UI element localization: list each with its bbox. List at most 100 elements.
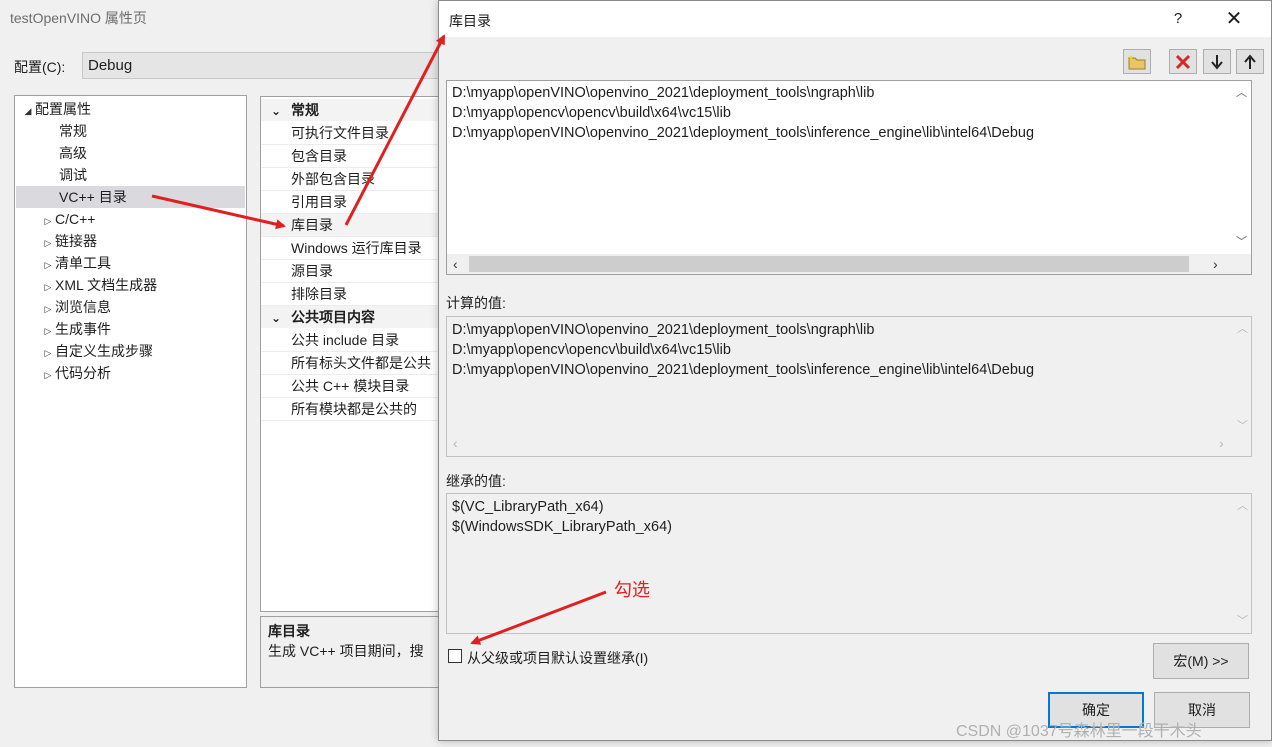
tree-item-vc-directories[interactable]: VC++ 目录 bbox=[16, 186, 245, 208]
tree-item-root[interactable]: ◢ 配置属性 bbox=[21, 98, 91, 120]
path-line: D:\myapp\openVINO\openvino_2021\deployme… bbox=[452, 362, 1035, 378]
scroll-right-icon[interactable]: › bbox=[1213, 256, 1218, 272]
chevron-down-icon: ⌄ bbox=[270, 311, 282, 325]
property-tree: ◢ 配置属性 常规 高级 调试 VC++ 目录 ▷ C/C++ ▷ 链接器 ▷ 清单工具… bbox=[14, 95, 247, 688]
description-text: 生成 VC++ 项目期间，搜 bbox=[268, 643, 424, 659]
prop-label: 引用目录 bbox=[291, 194, 347, 210]
tree-item-code-analysis[interactable]: ▷ 代码分析 bbox=[41, 362, 111, 384]
collapsed-arrow-icon: ▷ bbox=[44, 216, 52, 226]
help-button[interactable]: ? bbox=[1165, 7, 1191, 31]
description-title: 库目录 bbox=[268, 623, 310, 639]
prop-row[interactable]: 引用目录 bbox=[261, 191, 439, 214]
prop-label: 所有标头文件都是公共 bbox=[291, 355, 431, 371]
close-button[interactable]: ✕ bbox=[1221, 7, 1247, 31]
path-line: $(VC_LibraryPath_x64) bbox=[452, 499, 604, 515]
arrow-up-icon bbox=[1244, 53, 1256, 69]
prop-label: 排除目录 bbox=[291, 286, 347, 302]
path-line[interactable]: D:\myapp\opencv\opencv\build\x64\vc15\li… bbox=[452, 103, 731, 123]
prop-row[interactable]: 可执行文件目录 bbox=[261, 122, 439, 145]
description-panel: 库目录 生成 VC++ 项目期间，搜 bbox=[260, 616, 440, 688]
tree-item-label: 配置属性 bbox=[35, 101, 91, 117]
chevron-down-icon: ⌄ bbox=[270, 104, 282, 118]
path-line[interactable]: D:\myapp\openVINO\openvino_2021\deployme… bbox=[452, 123, 1034, 143]
scroll-left-icon[interactable]: ‹ bbox=[453, 256, 458, 272]
path-line[interactable]: D:\myapp\openVINO\openvino_2021\deployme… bbox=[452, 83, 874, 103]
tree-item-build-events[interactable]: ▷ 生成事件 bbox=[41, 318, 111, 340]
tree-item-manifest-tool[interactable]: ▷ 清单工具 bbox=[41, 252, 111, 274]
prop-label: 所有模块都是公共的 bbox=[291, 401, 417, 417]
dialog-titlebar: 库目录 ? ✕ bbox=[439, 1, 1271, 37]
vertical-scrollbar[interactable]: ︿ ﹀ bbox=[1231, 81, 1251, 255]
tree-item-label: 代码分析 bbox=[55, 365, 111, 381]
computed-values-label: 计算的值: bbox=[446, 295, 506, 311]
prop-row[interactable]: 所有模块都是公共的 bbox=[261, 398, 439, 421]
tree-item-xml-doc[interactable]: ▷ XML 文档生成器 bbox=[41, 274, 158, 296]
category-label: 常规 bbox=[291, 102, 319, 118]
expanded-arrow-icon: ◢ bbox=[24, 106, 32, 116]
category-public-content[interactable]: ⌄ 公共项目内容 bbox=[261, 306, 439, 328]
prop-label: 可执行文件目录 bbox=[291, 125, 389, 141]
move-up-button[interactable] bbox=[1236, 49, 1264, 74]
scroll-up-icon[interactable]: ︿ bbox=[1236, 84, 1247, 100]
scroll-right-icon[interactable]: › bbox=[1219, 435, 1224, 451]
collapsed-arrow-icon: ▷ bbox=[44, 326, 52, 336]
scroll-up-icon[interactable]: ︿ bbox=[1237, 497, 1248, 513]
scroll-down-icon[interactable]: ﹀ bbox=[1236, 233, 1247, 249]
tree-item-label: C/C++ bbox=[55, 211, 96, 227]
inherited-values-label: 继承的值: bbox=[446, 473, 506, 489]
tree-item-linker[interactable]: ▷ 链接器 bbox=[41, 230, 97, 252]
tree-item-browse-info[interactable]: ▷ 浏览信息 bbox=[41, 296, 111, 318]
prop-row-library-dirs[interactable]: 库目录 bbox=[261, 214, 439, 237]
prop-label: 公共 C++ 模块目录 bbox=[291, 378, 410, 394]
config-select[interactable]: Debug bbox=[82, 52, 442, 79]
collapsed-arrow-icon: ▷ bbox=[44, 238, 52, 248]
scroll-left-icon[interactable]: ‹ bbox=[453, 435, 458, 451]
prop-row[interactable]: 所有标头文件都是公共 bbox=[261, 352, 439, 375]
tree-item-label: 链接器 bbox=[55, 233, 97, 249]
path-line: D:\myapp\opencv\opencv\build\x64\vc15\li… bbox=[452, 342, 731, 358]
collapsed-arrow-icon: ▷ bbox=[44, 370, 52, 380]
scroll-down-icon[interactable]: ﹀ bbox=[1237, 417, 1248, 433]
move-down-button[interactable] bbox=[1203, 49, 1231, 74]
new-folder-icon bbox=[1128, 54, 1146, 69]
scrollbar-thumb[interactable] bbox=[469, 256, 1189, 272]
path-line: D:\myapp\openVINO\openvino_2021\deployme… bbox=[452, 322, 875, 338]
scroll-down-icon[interactable]: ﹀ bbox=[1237, 612, 1248, 628]
tree-item-custom-build[interactable]: ▷ 自定义生成步骤 bbox=[41, 340, 153, 362]
collapsed-arrow-icon: ▷ bbox=[44, 304, 52, 314]
directories-edit-box[interactable]: D:\myapp\openVINO\openvino_2021\deployme… bbox=[446, 80, 1252, 275]
prop-row[interactable]: 排除目录 bbox=[261, 283, 439, 306]
annotation-label: 勾选 bbox=[614, 580, 650, 600]
horizontal-scrollbar[interactable]: ‹ › bbox=[447, 254, 1251, 274]
tree-item-general[interactable]: 常规 bbox=[59, 120, 87, 142]
dialog-title: 库目录 bbox=[449, 13, 491, 29]
prop-label: 库目录 bbox=[291, 217, 333, 233]
prop-row[interactable]: 源目录 bbox=[261, 260, 439, 283]
category-label: 公共项目内容 bbox=[291, 309, 375, 325]
path-line: $(WindowsSDK_LibraryPath_x64) bbox=[452, 519, 673, 535]
watermark: CSDN @1037号森林里一段干木头 bbox=[956, 723, 1202, 740]
prop-row[interactable]: 包含目录 bbox=[261, 145, 439, 168]
prop-row[interactable]: 公共 include 目录 bbox=[261, 329, 439, 352]
inherit-checkbox-label[interactable]: 从父级或项目默认设置继承(I) bbox=[467, 648, 648, 668]
macros-button[interactable]: 宏(M) >> bbox=[1153, 643, 1249, 679]
prop-row[interactable]: 公共 C++ 模块目录 bbox=[261, 375, 439, 398]
new-line-button[interactable] bbox=[1123, 49, 1151, 74]
tree-item-c-cpp[interactable]: ▷ C/C++ bbox=[41, 208, 96, 230]
prop-row[interactable]: Windows 运行库目录 bbox=[261, 237, 439, 260]
collapsed-arrow-icon: ▷ bbox=[44, 282, 52, 292]
prop-row[interactable]: 外部包含目录 bbox=[261, 168, 439, 191]
inherited-values-box: $(VC_LibraryPath_x64) $(WindowsSDK_Libra… bbox=[446, 493, 1252, 634]
prop-label: 公共 include 目录 bbox=[291, 332, 400, 348]
delete-line-button[interactable] bbox=[1169, 49, 1197, 74]
arrow-down-icon bbox=[1211, 54, 1223, 70]
prop-label: Windows 运行库目录 bbox=[291, 240, 422, 256]
window-title: testOpenVINO 属性页 bbox=[10, 10, 147, 26]
scroll-up-icon[interactable]: ︿ bbox=[1237, 320, 1248, 336]
tree-item-debugging[interactable]: 调试 bbox=[59, 164, 87, 186]
inherit-checkbox[interactable] bbox=[448, 649, 462, 663]
collapsed-arrow-icon: ▷ bbox=[44, 348, 52, 358]
tree-item-label: 生成事件 bbox=[55, 321, 111, 337]
category-general[interactable]: ⌄ 常规 bbox=[261, 99, 439, 121]
tree-item-advanced[interactable]: 高级 bbox=[59, 142, 87, 164]
